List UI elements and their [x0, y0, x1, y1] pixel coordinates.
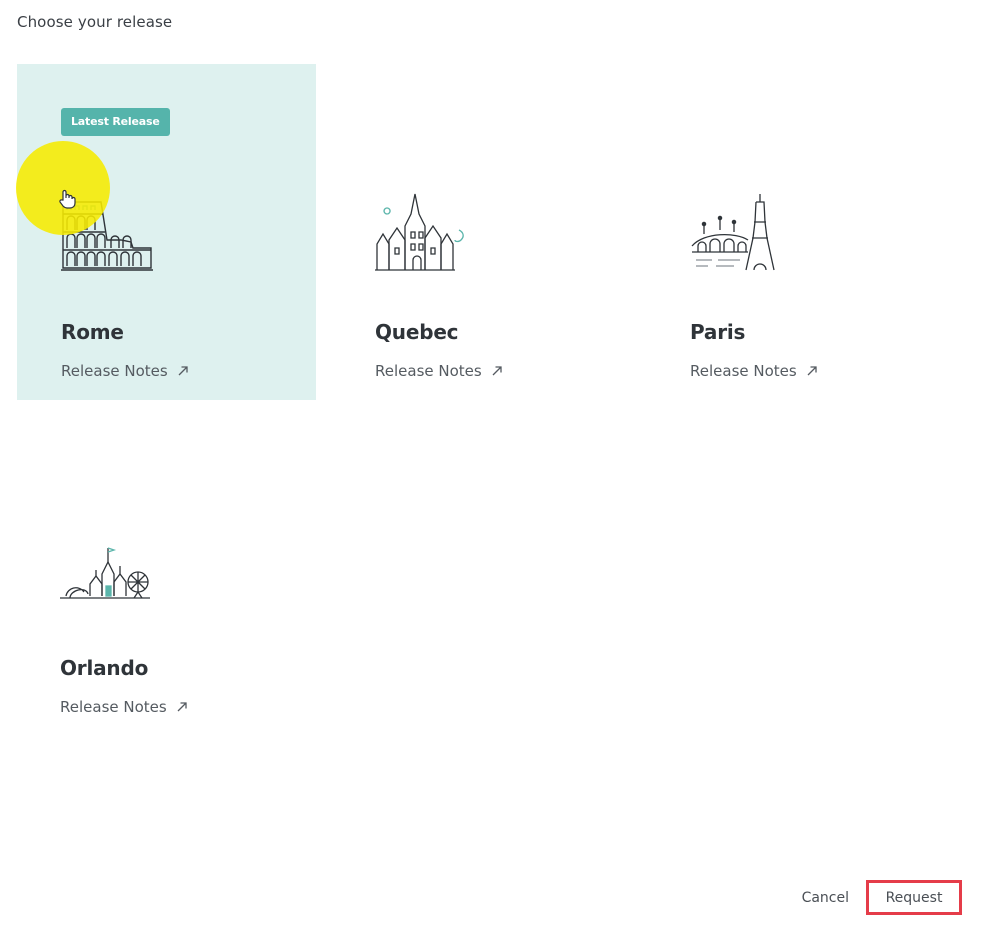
release-card-paris[interactable]: Paris Release Notes — [646, 64, 945, 400]
release-notes-link-paris[interactable]: Release Notes — [690, 362, 817, 380]
external-link-icon — [807, 366, 817, 376]
page-title: Choose your release — [17, 13, 173, 31]
hand-pointer-icon — [59, 189, 76, 209]
release-notes-link-orlando[interactable]: Release Notes — [60, 698, 187, 716]
release-name: Paris — [690, 320, 746, 344]
release-card-orlando[interactable]: Orlando Release Notes — [16, 400, 315, 736]
release-notes-link-quebec[interactable]: Release Notes — [375, 362, 502, 380]
cancel-button[interactable]: Cancel — [802, 890, 849, 906]
release-notes-label: Release Notes — [690, 362, 797, 380]
release-notes-label: Release Notes — [60, 698, 167, 716]
external-link-icon — [177, 702, 187, 712]
release-name: Orlando — [60, 656, 149, 680]
cursor-highlight — [16, 141, 110, 235]
eiffel-tower-icon — [691, 194, 775, 271]
release-card-quebec[interactable]: Quebec Release Notes — [331, 64, 630, 400]
external-link-icon — [178, 366, 188, 376]
footer-actions: Cancel Request — [802, 880, 962, 915]
chateau-icon — [375, 193, 464, 271]
external-link-icon — [492, 366, 502, 376]
request-button[interactable]: Request — [866, 880, 962, 915]
release-notes-link-rome[interactable]: Release Notes — [61, 362, 188, 380]
release-notes-label: Release Notes — [375, 362, 482, 380]
release-notes-label: Release Notes — [61, 362, 168, 380]
latest-release-badge: Latest Release — [61, 108, 170, 136]
release-name: Quebec — [375, 320, 459, 344]
theme-park-castle-icon — [60, 547, 150, 599]
release-name: Rome — [61, 320, 124, 344]
